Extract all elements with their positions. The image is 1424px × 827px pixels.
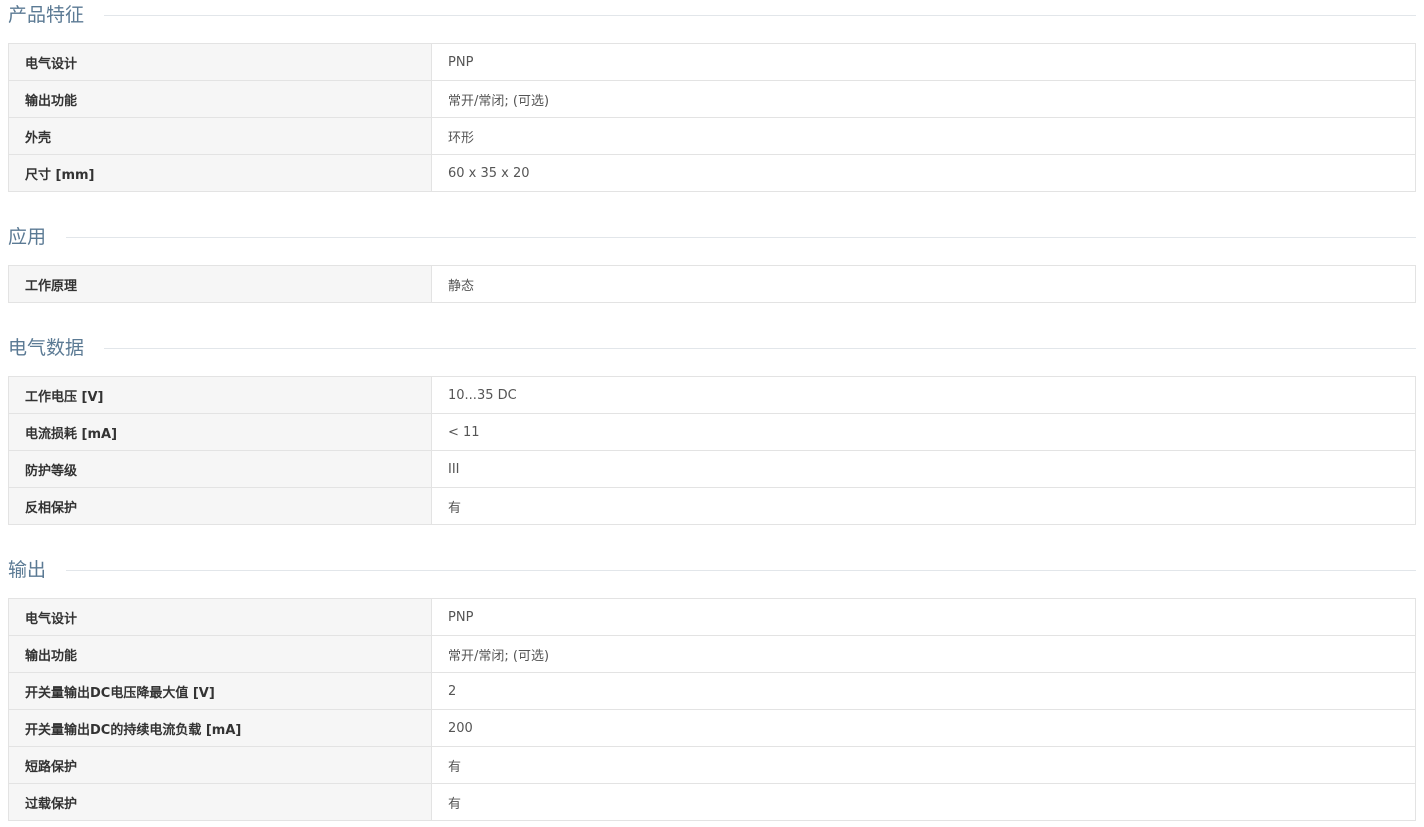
- table-row: 输出功能 常开/常闭; (可选): [8, 635, 1416, 673]
- section-divider: [104, 14, 1416, 16]
- row-value: 有: [431, 783, 1416, 821]
- section-product-features: 产品特征 电气设计 PNP 输出功能 常开/常闭; (可选) 外壳 环形 尺寸 …: [8, 0, 1416, 192]
- row-value: III: [431, 450, 1416, 488]
- row-value: 静态: [431, 265, 1416, 303]
- table-row: 短路保护 有: [8, 746, 1416, 784]
- section-title: 产品特征: [8, 4, 85, 26]
- row-value: 10...35 DC: [431, 376, 1416, 414]
- row-label: 输出功能: [8, 80, 432, 118]
- section-header: 应用: [8, 222, 1416, 252]
- row-value: 有: [431, 487, 1416, 525]
- spec-table: 电气设计 PNP 输出功能 常开/常闭; (可选) 外壳 环形 尺寸 [mm] …: [8, 43, 1416, 192]
- table-row: 电气设计 PNP: [8, 43, 1416, 81]
- row-label: 电气设计: [8, 598, 432, 636]
- table-row: 电气设计 PNP: [8, 598, 1416, 636]
- spec-table: 工作原理 静态: [8, 265, 1416, 303]
- row-value: 有: [431, 746, 1416, 784]
- row-label: 开关量输出DC的持续电流负载 [mA]: [8, 709, 432, 747]
- table-row: 反相保护 有: [8, 487, 1416, 525]
- row-label: 开关量输出DC电压降最大值 [V]: [8, 672, 432, 710]
- section-header: 电气数据: [8, 333, 1416, 363]
- table-row: 外壳 环形: [8, 117, 1416, 155]
- row-label: 防护等级: [8, 450, 432, 488]
- row-value: PNP: [431, 598, 1416, 636]
- section-title: 输出: [8, 559, 47, 581]
- row-label: 电流损耗 [mA]: [8, 413, 432, 451]
- row-label: 短路保护: [8, 746, 432, 784]
- section-title: 应用: [8, 226, 47, 248]
- table-row: 尺寸 [mm] 60 x 35 x 20: [8, 154, 1416, 192]
- section-application: 应用 工作原理 静态: [8, 222, 1416, 303]
- row-value: 常开/常闭; (可选): [431, 635, 1416, 673]
- row-label: 外壳: [8, 117, 432, 155]
- section-divider: [104, 347, 1416, 349]
- row-label: 尺寸 [mm]: [8, 154, 432, 192]
- spec-table: 电气设计 PNP 输出功能 常开/常闭; (可选) 开关量输出DC电压降最大值 …: [8, 598, 1416, 821]
- row-label: 反相保护: [8, 487, 432, 525]
- table-row: 开关量输出DC的持续电流负载 [mA] 200: [8, 709, 1416, 747]
- row-label: 过载保护: [8, 783, 432, 821]
- spec-page: 产品特征 电气设计 PNP 输出功能 常开/常闭; (可选) 外壳 环形 尺寸 …: [0, 0, 1424, 827]
- row-value: PNP: [431, 43, 1416, 81]
- row-label: 工作电压 [V]: [8, 376, 432, 414]
- row-value: 60 x 35 x 20: [431, 154, 1416, 192]
- section-title: 电气数据: [8, 337, 85, 359]
- table-row: 开关量输出DC电压降最大值 [V] 2: [8, 672, 1416, 710]
- row-label: 工作原理: [8, 265, 432, 303]
- row-value: 2: [431, 672, 1416, 710]
- section-electrical-data: 电气数据 工作电压 [V] 10...35 DC 电流损耗 [mA] < 11 …: [8, 333, 1416, 525]
- row-label: 电气设计: [8, 43, 432, 81]
- table-row: 输出功能 常开/常闭; (可选): [8, 80, 1416, 118]
- row-label: 输出功能: [8, 635, 432, 673]
- section-header: 输出: [8, 555, 1416, 585]
- table-row: 电流损耗 [mA] < 11: [8, 413, 1416, 451]
- table-row: 过载保护 有: [8, 783, 1416, 821]
- table-row: 防护等级 III: [8, 450, 1416, 488]
- spec-table: 工作电压 [V] 10...35 DC 电流损耗 [mA] < 11 防护等级 …: [8, 376, 1416, 525]
- section-divider: [66, 236, 1416, 238]
- row-value: 环形: [431, 117, 1416, 155]
- row-value: < 11: [431, 413, 1416, 451]
- section-output: 输出 电气设计 PNP 输出功能 常开/常闭; (可选) 开关量输出DC电压降最…: [8, 555, 1416, 821]
- row-value: 常开/常闭; (可选): [431, 80, 1416, 118]
- section-divider: [66, 569, 1416, 571]
- table-row: 工作原理 静态: [8, 265, 1416, 303]
- row-value: 200: [431, 709, 1416, 747]
- section-header: 产品特征: [8, 0, 1416, 30]
- table-row: 工作电压 [V] 10...35 DC: [8, 376, 1416, 414]
